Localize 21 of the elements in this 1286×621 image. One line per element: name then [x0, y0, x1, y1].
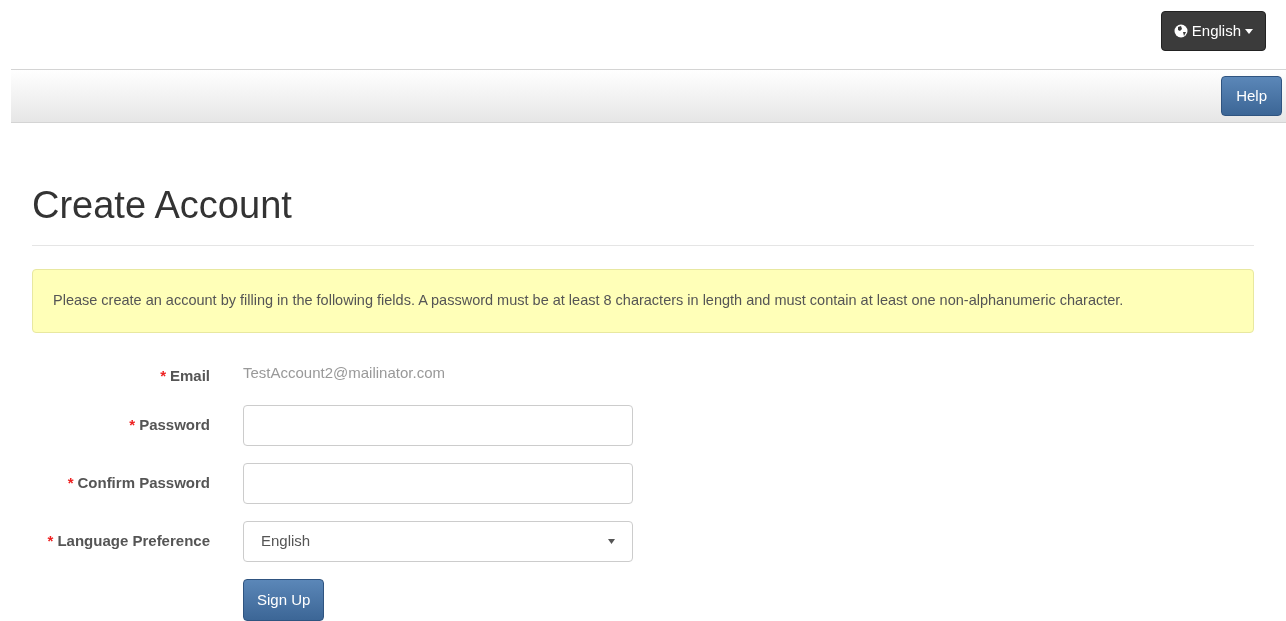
required-asterisk: *: [160, 365, 166, 386]
password-field[interactable]: [243, 463, 633, 505]
language-button[interactable]: English: [1160, 11, 1266, 51]
caret-icon: [1245, 28, 1253, 34]
language-select[interactable]: English: [243, 521, 633, 563]
required-asterisk: *: [47, 531, 54, 552]
globe-icon: [1173, 24, 1188, 38]
required-asterisk: *: [129, 415, 136, 436]
sign-up-button[interactable]: Sign Up: [243, 579, 325, 621]
field-label: Email: [169, 365, 210, 386]
email-value: TestAccount2@mailinator.com: [243, 363, 445, 381]
field-label: Password: [139, 415, 210, 436]
help-button[interactable]: Help: [1221, 76, 1282, 116]
field-label: Language Preference: [57, 531, 210, 552]
field-label: Confirm Password: [77, 473, 210, 494]
page-heading: Create Account: [32, 185, 293, 227]
required-asterisk: *: [67, 473, 74, 494]
alert-text: Please create an account by filling in the following fields. A password must be at least 8 characters in length and must contain at least one non-alphanumeric character.: [53, 291, 1124, 308]
password-field[interactable]: [243, 405, 633, 447]
caret-icon: [608, 539, 615, 545]
language-label: English: [1191, 20, 1241, 41]
